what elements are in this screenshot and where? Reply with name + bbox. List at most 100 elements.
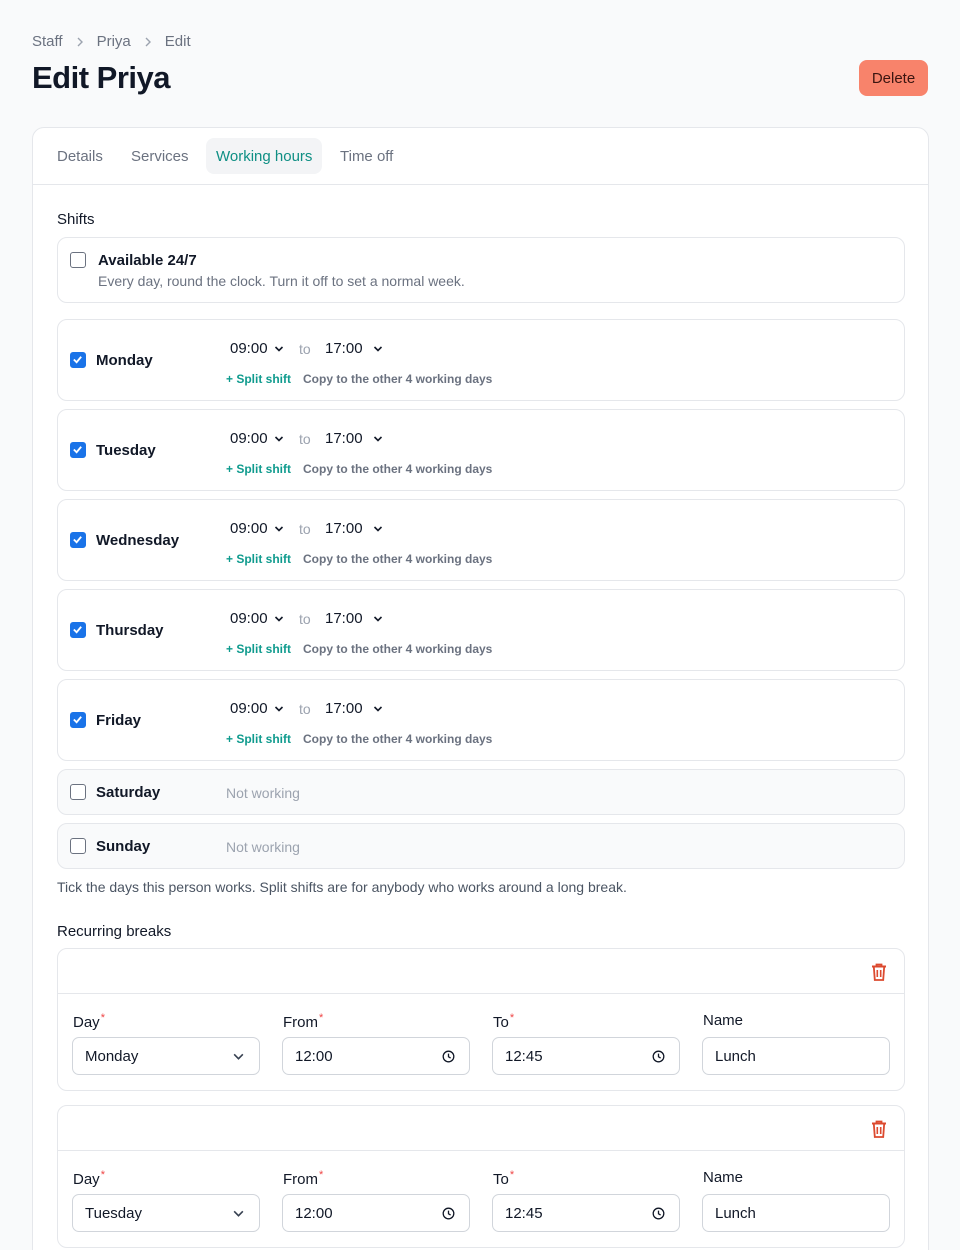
clock-icon	[442, 1207, 455, 1220]
name-field-label: Name	[703, 1169, 744, 1186]
start-time-select[interactable]: 09:00	[230, 430, 284, 447]
start-time-value: 09:00	[230, 340, 268, 357]
label-text: From	[283, 1171, 318, 1188]
day-checkbox-thursday[interactable]	[70, 622, 86, 638]
tab-services[interactable]: Services	[121, 138, 199, 174]
breadcrumb: Staff Priya Edit	[32, 33, 191, 50]
break-to-input[interactable]: 12:45	[492, 1194, 680, 1232]
chevron-down-icon	[373, 705, 382, 712]
checkmark-icon	[73, 356, 82, 364]
to-word: to	[299, 431, 311, 447]
day-checkbox-sunday[interactable]	[70, 838, 86, 854]
split-shift-link[interactable]: + Split shift	[226, 462, 291, 476]
copy-to-working-days-link[interactable]: Copy to the other 4 working days	[303, 642, 492, 656]
day-checkbox-friday[interactable]	[70, 712, 86, 728]
day-name: Thursday	[96, 622, 164, 639]
checkmark-icon	[73, 446, 82, 454]
label-text: Day	[73, 1014, 100, 1031]
break-name-value: Lunch	[715, 1047, 756, 1065]
split-shift-link[interactable]: + Split shift	[226, 552, 291, 566]
to-word: to	[299, 611, 311, 627]
trash-icon[interactable]	[870, 1119, 888, 1139]
split-shift-link[interactable]: + Split shift	[226, 372, 291, 386]
start-time-select[interactable]: 09:00	[230, 610, 284, 627]
start-time-select[interactable]: 09:00	[230, 700, 284, 717]
available-24-7-option: Available 24/7 Every day, round the cloc…	[57, 237, 905, 303]
day-row-sunday: Sunday Not working	[57, 823, 905, 869]
day-checkbox-saturday[interactable]	[70, 784, 86, 800]
checkmark-icon	[73, 716, 82, 724]
break-name-input[interactable]: Lunch	[702, 1194, 890, 1232]
start-time-select[interactable]: 09:00	[230, 340, 284, 357]
break-card-header	[58, 1106, 904, 1151]
chevron-down-icon	[373, 345, 382, 352]
copy-to-working-days-link[interactable]: Copy to the other 4 working days	[303, 552, 492, 566]
chevron-down-icon	[373, 435, 382, 442]
end-time-select[interactable]: 17:00	[325, 610, 383, 627]
break-day-select[interactable]: Monday	[72, 1037, 260, 1075]
tab-time-off[interactable]: Time off	[330, 138, 403, 174]
tab-bar: Details Services Working hours Time off	[33, 128, 928, 185]
break-day-select[interactable]: Tuesday	[72, 1194, 260, 1232]
required-mark: *	[100, 1169, 105, 1181]
break-to-input[interactable]: 12:45	[492, 1037, 680, 1075]
breadcrumb-staff[interactable]: Staff	[32, 33, 63, 50]
end-time-select[interactable]: 17:00	[325, 520, 383, 537]
copy-to-working-days-link[interactable]: Copy to the other 4 working days	[303, 372, 492, 386]
day-name: Friday	[96, 712, 142, 729]
day-checkbox-monday[interactable]	[70, 352, 86, 368]
break-name-input[interactable]: Lunch	[702, 1037, 890, 1075]
required-mark: *	[319, 1169, 324, 1181]
chevron-right-icon	[131, 37, 165, 47]
end-time-select[interactable]: 17:00	[325, 700, 383, 717]
copy-to-working-days-link[interactable]: Copy to the other 4 working days	[303, 732, 492, 746]
start-time-select[interactable]: 09:00	[230, 520, 284, 537]
required-mark: *	[319, 1012, 324, 1024]
chevron-down-icon	[274, 435, 283, 442]
break-from-input[interactable]: 12:00	[282, 1037, 470, 1075]
chevron-down-icon	[373, 615, 382, 622]
label-text: To	[493, 1014, 509, 1031]
working-hours-card: Details Services Working hours Time off …	[32, 127, 929, 1250]
split-shift-link[interactable]: + Split shift	[226, 732, 291, 746]
chevron-right-icon	[63, 37, 97, 47]
delete-button[interactable]: Delete	[859, 60, 928, 96]
start-time-value: 09:00	[230, 520, 268, 537]
end-time-select[interactable]: 17:00	[325, 340, 383, 357]
day-field-label: Day*	[73, 1169, 105, 1188]
required-mark: *	[509, 1169, 515, 1181]
required-mark: *	[509, 1012, 515, 1024]
trash-icon[interactable]	[870, 962, 888, 982]
day-row-saturday: Saturday Not working	[57, 769, 905, 815]
day-name: Tuesday	[96, 442, 156, 459]
label-text: Day	[73, 1171, 100, 1188]
required-mark: *	[100, 1012, 105, 1024]
copy-to-working-days-link[interactable]: Copy to the other 4 working days	[303, 462, 492, 476]
tab-working-hours[interactable]: Working hours	[206, 138, 323, 174]
split-shift-link[interactable]: + Split shift	[226, 642, 291, 656]
to-word: to	[299, 521, 311, 537]
checkmark-icon	[73, 536, 82, 544]
break-card-header	[58, 949, 904, 994]
day-row-monday: Monday 09:00 to 17:00 + Split shift Copy…	[57, 319, 905, 401]
available-24-7-checkbox[interactable]	[70, 252, 86, 268]
chevron-down-icon	[233, 1210, 244, 1217]
chevron-down-icon	[274, 345, 283, 352]
start-time-value: 09:00	[230, 700, 268, 717]
clock-icon	[652, 1207, 665, 1220]
not-working-status: Not working	[226, 839, 300, 855]
end-time-value: 17:00	[325, 700, 363, 717]
chevron-down-icon	[274, 615, 283, 622]
from-field-label: From*	[283, 1012, 323, 1031]
clock-icon	[442, 1050, 455, 1063]
break-card: Day* From* To* Name Monday 12:00 12:45 L…	[57, 948, 905, 1091]
day-checkbox-wednesday[interactable]	[70, 532, 86, 548]
day-checkbox-tuesday[interactable]	[70, 442, 86, 458]
break-from-input[interactable]: 12:00	[282, 1194, 470, 1232]
day-name: Monday	[96, 352, 153, 369]
breadcrumb-priya[interactable]: Priya	[97, 33, 131, 50]
end-time-value: 17:00	[325, 610, 363, 627]
tab-details[interactable]: Details	[47, 138, 113, 174]
end-time-select[interactable]: 17:00	[325, 430, 383, 447]
not-working-status: Not working	[226, 785, 300, 801]
